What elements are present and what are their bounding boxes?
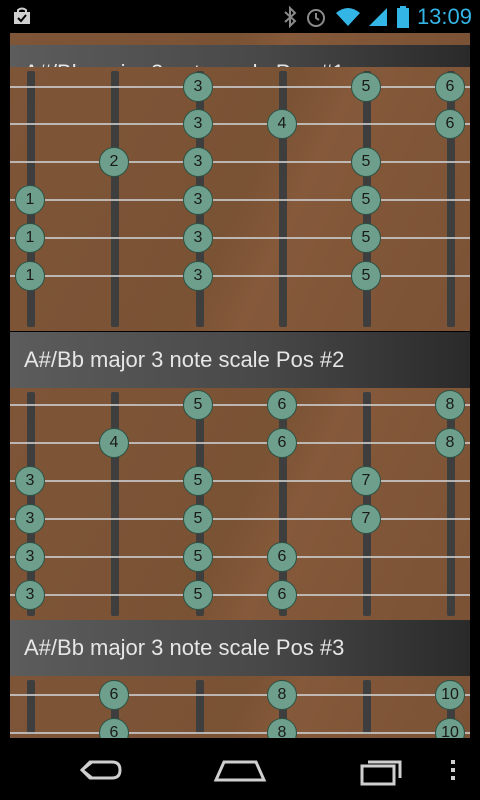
scale-note: 8 bbox=[267, 718, 297, 738]
guitar-string bbox=[10, 556, 470, 558]
guitar-string bbox=[10, 518, 470, 520]
scale-note: 7 bbox=[351, 504, 381, 534]
scale-note: 1 bbox=[15, 185, 45, 215]
scale-note: 5 bbox=[351, 261, 381, 291]
overflow-menu-icon[interactable] bbox=[438, 750, 468, 790]
scale-note: 8 bbox=[267, 680, 297, 710]
scale-note: 6 bbox=[267, 390, 297, 420]
scale-note: 3 bbox=[183, 109, 213, 139]
scale-note: 5 bbox=[183, 390, 213, 420]
scale-note: 6 bbox=[99, 718, 129, 738]
bluetooth-icon bbox=[284, 5, 297, 28]
guitar-string bbox=[10, 404, 470, 406]
scale-note: 3 bbox=[15, 466, 45, 496]
fret-bar bbox=[363, 680, 371, 734]
fret-bar bbox=[196, 680, 204, 734]
navigation-bar bbox=[0, 738, 480, 800]
scale-list[interactable]: A#/Bb major 3 note scale Pos #1356346235… bbox=[0, 33, 480, 738]
scale-note: 5 bbox=[183, 542, 213, 572]
scale-note: 10 bbox=[435, 680, 465, 710]
status-bar: 13:09 bbox=[0, 0, 480, 33]
scale-note: 5 bbox=[183, 580, 213, 610]
scale-note: 5 bbox=[351, 223, 381, 253]
fretboard: 3 5 6 3 4 6 2 3 5 1 3 5 1 3 5 1 3 5 bbox=[10, 67, 470, 331]
scale-note: 10 bbox=[435, 718, 465, 738]
guitar-string bbox=[10, 732, 470, 734]
guitar-string bbox=[10, 275, 470, 277]
guitar-string bbox=[10, 442, 470, 444]
scale-note: 5 bbox=[351, 72, 381, 102]
status-icons: 13:09 bbox=[283, 0, 472, 33]
scale-note: 8 bbox=[435, 390, 465, 420]
scale-note: 5 bbox=[351, 147, 381, 177]
status-time: 13:09 bbox=[416, 3, 472, 29]
scale-note: 2 bbox=[99, 147, 129, 177]
guitar-string bbox=[10, 694, 470, 696]
wifi-icon bbox=[335, 7, 360, 26]
fret-bar bbox=[27, 680, 35, 734]
scale-note: 4 bbox=[99, 428, 129, 458]
signal-icon bbox=[368, 7, 387, 26]
scale-note: 3 bbox=[183, 223, 213, 253]
fretboard: 6 8 10 6 8 10 bbox=[10, 676, 470, 738]
recents-icon[interactable] bbox=[350, 750, 414, 790]
scale-note: 3 bbox=[15, 504, 45, 534]
scale-title: A#/Bb major 3 note scale Pos #3 bbox=[10, 620, 470, 676]
scale-note: 6 bbox=[267, 542, 297, 572]
scale-note: 3 bbox=[15, 542, 45, 572]
scale-note: 6 bbox=[435, 109, 465, 139]
scale-note: 5 bbox=[183, 466, 213, 496]
guitar-string bbox=[10, 480, 470, 482]
scale-note: 5 bbox=[183, 504, 213, 534]
scale-note: 6 bbox=[267, 428, 297, 458]
scale-note: 3 bbox=[183, 147, 213, 177]
scale-note: 1 bbox=[15, 261, 45, 291]
scale-note: 3 bbox=[183, 185, 213, 215]
guitar-string bbox=[10, 199, 470, 201]
scale-note: 5 bbox=[351, 185, 381, 215]
scale-note: 1 bbox=[15, 223, 45, 253]
scale-note: 7 bbox=[351, 466, 381, 496]
scale-note: 3 bbox=[183, 261, 213, 291]
fret-bar bbox=[111, 392, 119, 616]
home-icon[interactable] bbox=[208, 750, 272, 790]
back-icon[interactable] bbox=[68, 750, 132, 790]
scale-title: A#/Bb major 3 note scale Pos #2 bbox=[10, 332, 470, 388]
battery-icon bbox=[396, 5, 409, 28]
scale-note: 8 bbox=[435, 428, 465, 458]
guitar-string bbox=[10, 161, 470, 163]
guitar-string bbox=[10, 237, 470, 239]
scale-note: 3 bbox=[15, 580, 45, 610]
shopping-bag-icon bbox=[14, 7, 30, 24]
scale-note: 4 bbox=[267, 109, 297, 139]
guitar-string bbox=[10, 123, 470, 125]
fretboard-previous bbox=[10, 33, 470, 45]
guitar-string bbox=[10, 594, 470, 596]
scale-note: 6 bbox=[99, 680, 129, 710]
guitar-string bbox=[10, 86, 470, 88]
alarm-icon bbox=[306, 8, 325, 27]
scale-note: 6 bbox=[435, 72, 465, 102]
scale-note: 6 bbox=[267, 580, 297, 610]
fret-bar bbox=[447, 392, 455, 616]
fretboard: 5 6 8 4 6 8 3 5 7 3 5 7 3 5 6 3 5 6 bbox=[10, 388, 470, 620]
scale-note: 3 bbox=[183, 72, 213, 102]
